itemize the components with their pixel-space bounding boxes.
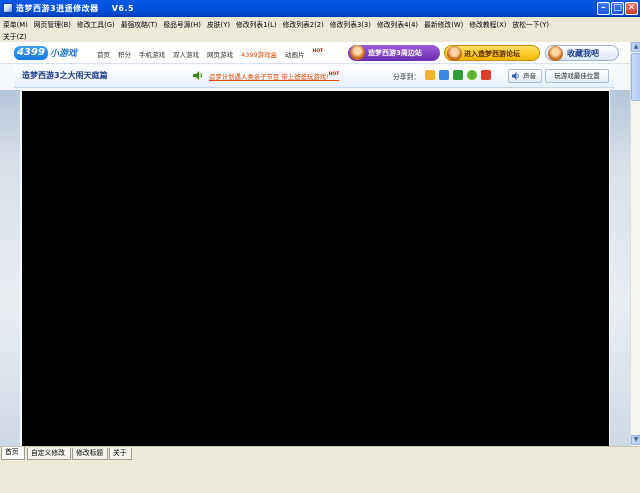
window-title: 造梦西游3逍遥修改器 V6.5 <box>16 4 135 13</box>
tab-bar: 首页 自定义修改 修改标题 关于 <box>0 446 640 460</box>
menu-item-web-manage[interactable]: 网页管理(B) <box>31 19 74 29</box>
sound-label: 声音 <box>523 72 536 80</box>
site-logo[interactable]: 4399 小游戏 <box>14 45 77 60</box>
character-avatar-icon <box>350 45 365 60</box>
scrollbar-thumb[interactable] <box>631 53 640 101</box>
tab-home[interactable]: 首页 <box>1 447 25 460</box>
forum-button[interactable]: 进入造梦西游论坛 <box>444 45 540 61</box>
tab-about[interactable]: 关于 <box>109 448 132 460</box>
menu-item-list-4[interactable]: 修改列表4(4) <box>374 19 421 29</box>
maximize-button[interactable]: □ <box>611 2 624 15</box>
menu-item-latest[interactable]: 最新修改(W) <box>421 19 466 29</box>
nav-link-two-player[interactable]: 双人游戏 <box>173 49 199 59</box>
game-header-bar: 造梦西游3之大闹天庭篇 造梦计划遇人类亲子节目 带上爸爸玩游戏!HOT 分享到： <box>14 65 614 88</box>
menu-item-skin[interactable]: 皮肤(Y) <box>204 19 233 29</box>
favorite-button[interactable]: 收藏我吧 <box>545 45 619 61</box>
tab-custom-modify[interactable]: 自定义修改 <box>27 448 71 460</box>
flash-game-area[interactable] <box>22 91 609 446</box>
game-title: 造梦西游3之大闹天庭篇 <box>22 71 108 80</box>
qzone-share-icon[interactable] <box>439 70 449 80</box>
nav-link-game-box[interactable]: 4399游戏盒 <box>241 49 277 59</box>
menu-item-guides[interactable]: 最强攻略(T) <box>118 19 161 29</box>
zhoubian-site-label: 造梦西游3周边站 <box>368 49 422 57</box>
notice-text: 造梦计划遇人类亲子节目 带上爸爸玩游戏! <box>209 73 329 81</box>
menu-item-list-1[interactable]: 修改列表1(L) <box>233 19 280 29</box>
background-art-left <box>0 90 20 446</box>
scroll-up-button[interactable]: ▲ <box>631 42 640 52</box>
nav-link-cartoon-label: 动画片 <box>285 51 305 59</box>
menu-item-list-2[interactable]: 修改列表2(2) <box>280 19 327 29</box>
nav-link-points[interactable]: 积分 <box>118 49 131 59</box>
menu-row-2: 关于(Z) <box>0 30 30 42</box>
menu-item-accounts[interactable]: 极品号源(H) <box>160 19 204 29</box>
vertical-scrollbar[interactable]: ▲ ▼ <box>630 42 640 446</box>
menu-bar: 菜单(M) 网页管理(B) 修改工具(G) 最强攻略(T) 极品号源(H) 皮肤… <box>0 17 640 42</box>
notice-link[interactable]: 造梦计划遇人类亲子节目 带上爸爸玩游戏!HOT <box>209 72 339 81</box>
web-view[interactable]: 4399 小游戏 首页 积分 手机游戏 双人游戏 网页游戏 4399游戏盒 动画… <box>0 42 630 446</box>
nav-link-home[interactable]: 首页 <box>97 49 110 59</box>
menu-item-relax[interactable]: 放松一下(Y) <box>509 19 552 29</box>
background-art-right <box>610 90 630 446</box>
sound-button[interactable]: 声音 <box>508 69 542 83</box>
tab-modify-title[interactable]: 修改标题 <box>72 448 108 460</box>
star-share-icon[interactable] <box>453 70 463 80</box>
scroll-down-button[interactable]: ▼ <box>631 435 640 445</box>
app-window: 造梦西游3逍遥修改器 V6.5 – □ ✕ 菜单(M) 网页管理(B) 修改工具… <box>0 0 640 493</box>
hot-badge: HOT <box>312 49 324 54</box>
weibo-share-icon[interactable] <box>481 70 491 80</box>
share-label: 分享到： <box>393 73 421 81</box>
nav-link-mobile[interactable]: 手机游戏 <box>139 49 165 59</box>
nav-links: 首页 积分 手机游戏 双人游戏 网页游戏 4399游戏盒 动画片 HOT <box>97 49 331 59</box>
clover-share-icon[interactable] <box>467 70 477 80</box>
character-avatar-icon <box>447 46 462 61</box>
close-button[interactable]: ✕ <box>625 2 638 15</box>
title-bar[interactable]: 造梦西游3逍遥修改器 V6.5 – □ ✕ <box>0 0 640 17</box>
share-icons <box>425 70 495 80</box>
favorite-label: 收藏我吧 <box>567 49 599 58</box>
minimize-button[interactable]: – <box>597 2 610 15</box>
sound-icon <box>512 72 520 84</box>
best-position-button[interactable]: 玩游戏最佳位置 <box>545 69 609 83</box>
speaker-icon <box>193 71 202 80</box>
site-top-nav: 4399 小游戏 首页 积分 手机游戏 双人游戏 网页游戏 4399游戏盒 动画… <box>0 42 630 64</box>
character-avatar-icon <box>548 46 563 61</box>
menu-item-tools[interactable]: 修改工具(G) <box>74 19 118 29</box>
nav-link-cartoon[interactable]: 动画片 HOT <box>285 49 323 59</box>
menu-item-about[interactable]: 关于(Z) <box>0 31 30 41</box>
notice-hot-badge: HOT <box>328 72 340 77</box>
nav-link-web-games[interactable]: 网页游戏 <box>207 49 233 59</box>
status-area <box>0 460 640 493</box>
logo-text: 小游戏 <box>49 49 77 59</box>
zhoubian-site-button[interactable]: 造梦西游3周边站 <box>348 45 440 61</box>
forum-label: 进入造梦西游论坛 <box>464 50 520 58</box>
menu-row-1: 菜单(M) 网页管理(B) 修改工具(G) 最强攻略(T) 极品号源(H) 皮肤… <box>0 18 552 30</box>
qq-share-icon[interactable] <box>425 70 435 80</box>
menu-item-tutorial[interactable]: 修改教程(X) <box>466 19 509 29</box>
menu-item-list-3[interactable]: 修改列表3(3) <box>327 19 374 29</box>
app-icon <box>3 3 13 13</box>
menu-item-menu[interactable]: 菜单(M) <box>0 19 31 29</box>
logo-number: 4399 <box>14 45 48 60</box>
